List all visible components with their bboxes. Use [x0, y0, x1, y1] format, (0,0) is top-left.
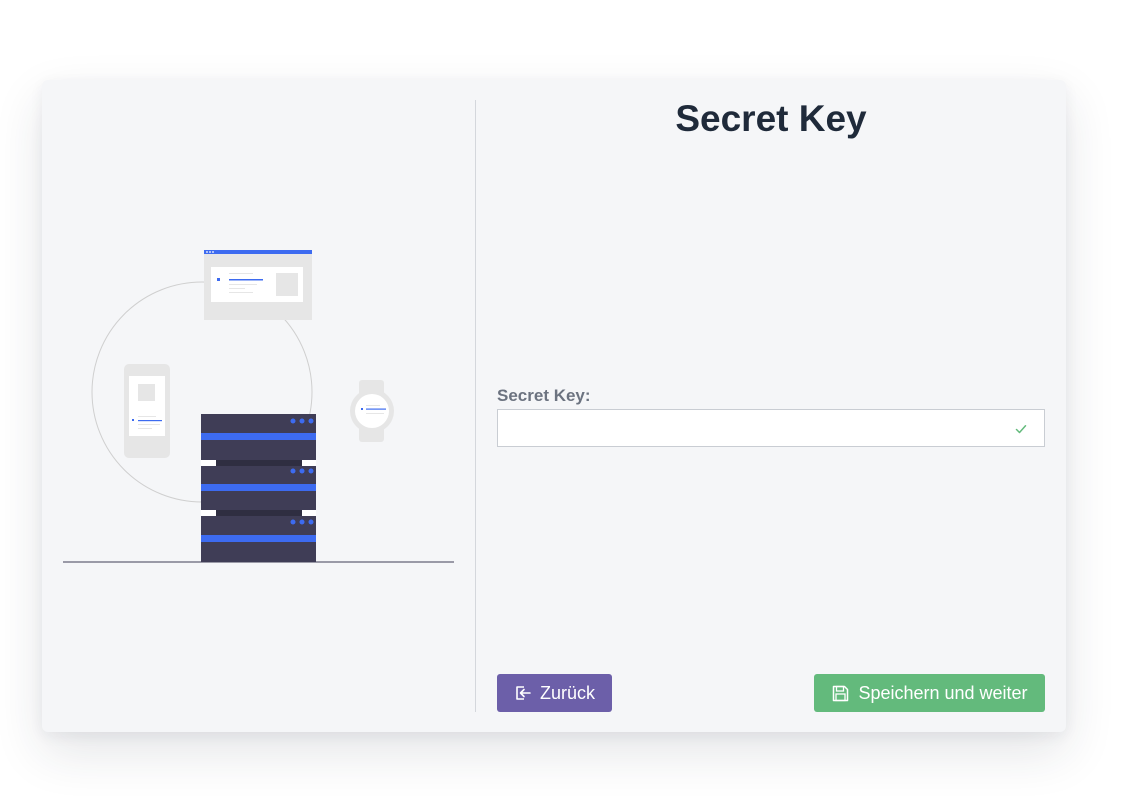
server-rack-icon: [201, 414, 316, 562]
secret-key-field: [497, 409, 1045, 447]
secret-key-label: Secret Key:: [497, 386, 591, 405]
browser-window-icon: [204, 250, 312, 320]
save-button-label: Speichern und weiter: [858, 682, 1028, 703]
server-devices-illustration: [63, 250, 454, 563]
check-icon: [1015, 425, 1027, 434]
sign-out-icon: [516, 686, 531, 700]
save-and-continue-button[interactable]: Speichern und weiter: [814, 674, 1045, 712]
phone-icon: [124, 364, 170, 458]
back-button[interactable]: Zurück: [497, 674, 612, 712]
floppy-disk-icon: [833, 685, 849, 701]
smartwatch-icon: [350, 380, 394, 442]
back-button-label: Zurück: [539, 682, 595, 703]
setup-card: Secret Key Secret Key: Zurück Speichern …: [42, 80, 1066, 732]
page-title: Secret Key: [675, 98, 867, 139]
vertical-divider: [475, 100, 476, 712]
secret-key-input[interactable]: [498, 410, 1018, 446]
